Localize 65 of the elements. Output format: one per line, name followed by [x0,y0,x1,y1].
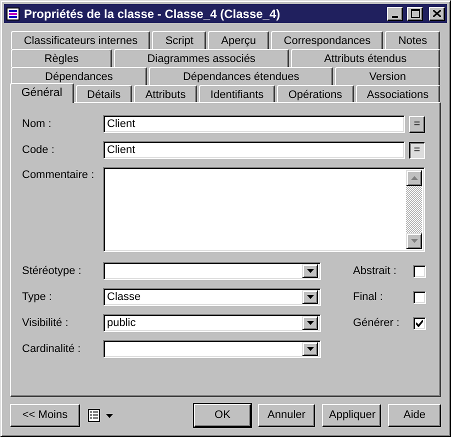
window-icon [6,6,20,20]
dialog-button[interactable]: Annuler [258,404,315,427]
less-button[interactable]: << Moins [10,404,80,427]
tab[interactable]: Identifiants [199,85,275,103]
tab[interactable]: Aperçu [208,31,269,49]
caret-icon [106,414,113,418]
dropdown-field[interactable]: public [103,314,321,332]
field-label: Cardinalité : [22,342,82,357]
dropdown-caret-icon [306,347,314,351]
dropdown-value: Classe [107,290,141,305]
field-label: Type : [22,290,53,305]
tab[interactable]: Notes [385,31,440,49]
equal-button[interactable]: = [409,116,425,132]
maximize-button[interactable] [407,6,423,20]
equal-button[interactable]: = [409,142,425,158]
maximize-icon [410,9,420,18]
scrollbar[interactable] [406,170,422,249]
dropdown-field[interactable]: Classe [103,288,321,306]
tab[interactable]: Règles [11,49,112,67]
tab[interactable]: Attributs [134,85,198,103]
dropdown-caret-icon [306,321,314,325]
dropdown-value: public [107,316,136,331]
field-label: Visibilité : [22,316,70,331]
tab[interactable]: Correspondances [270,31,384,49]
scroll-up-icon [410,176,418,180]
tab[interactable]: Opérations [276,85,354,103]
field-label: Code : [22,142,56,158]
comment-field[interactable] [103,167,425,252]
tab[interactable]: Général [10,83,74,103]
minimize-icon [392,16,398,18]
tab[interactable]: Dépendances étendues [148,67,334,85]
checkbox-label: Final : [353,290,384,305]
dropdown-caret-icon [306,269,314,273]
checkbox[interactable] [413,290,426,304]
tab[interactable]: Dépendances [11,67,147,85]
tab[interactable]: Version [335,67,440,85]
checkbox[interactable] [413,316,426,330]
input-field[interactable]: Client [103,115,405,133]
tab[interactable]: Classificateurs internes [11,31,150,49]
checkbox-label: Abstrait : [353,264,398,279]
dropdown-caret-icon [306,295,314,299]
checkmark-icon [416,320,423,326]
close-icon [433,10,441,17]
field-label: Stéréotype : [22,264,82,279]
checkbox-label: Générer : [353,316,400,331]
close-button[interactable] [429,6,445,20]
field-label: Commentaire : [22,168,96,183]
tab[interactable]: Script [152,31,206,49]
minimize-button[interactable] [387,6,403,20]
dropdown-field[interactable] [103,340,321,358]
field-label: Nom : [22,116,52,132]
scroll-down-icon [410,239,418,243]
tab[interactable]: Attributs étendus [290,49,440,67]
tab[interactable]: Diagrammes associés [114,49,289,67]
dialog-button[interactable]: OK [194,404,251,427]
input-field[interactable]: Client [103,141,405,159]
tab[interactable]: Associations [356,85,440,103]
list-menu-button[interactable] [88,409,113,422]
window-title: Propriétés de la classe - Classe_4 (Classe_4) [24,6,282,22]
checkbox[interactable] [413,264,426,278]
dropdown-field[interactable] [103,262,321,280]
tab[interactable]: Détails [76,85,132,103]
dialog-button[interactable]: Aide [388,404,441,427]
list-icon [88,409,100,422]
dialog-button[interactable]: Appliquer [322,404,381,427]
